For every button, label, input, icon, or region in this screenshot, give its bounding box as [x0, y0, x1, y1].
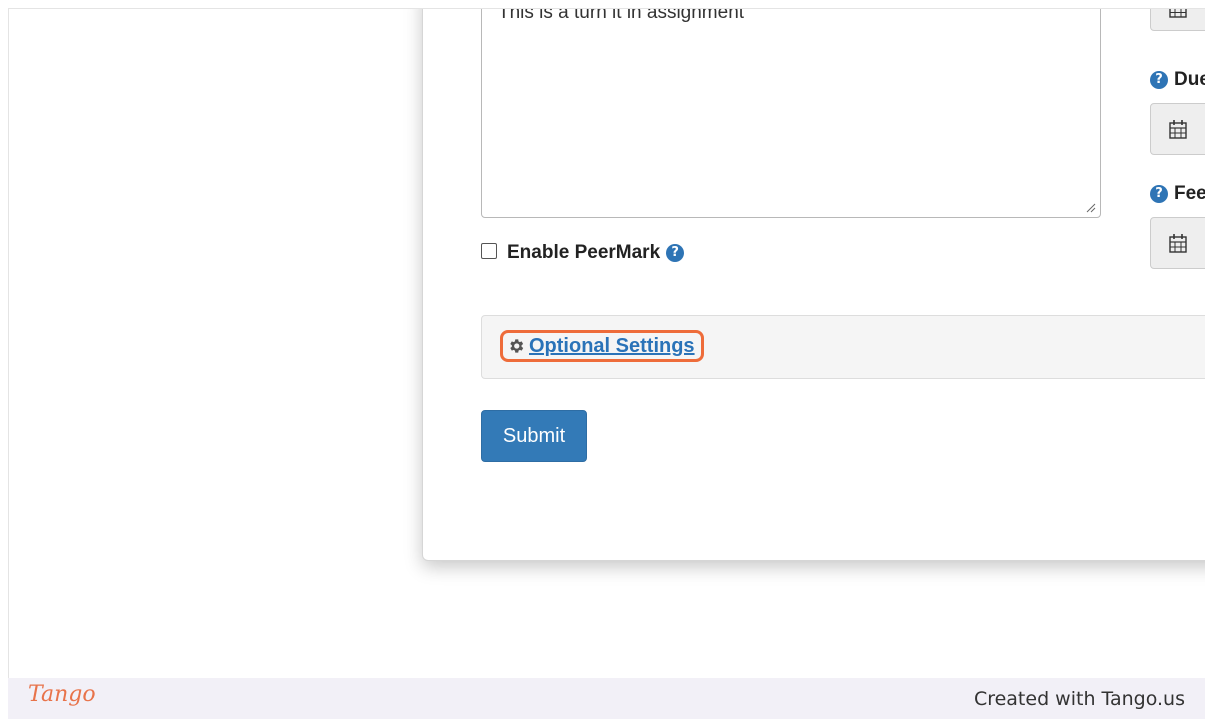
calendar-icon: [1169, 9, 1187, 18]
due-date-label: Due: [1174, 69, 1205, 90]
feedback-date-label: Fee: [1174, 183, 1205, 204]
optional-settings-label: Optional Settings: [529, 334, 695, 357]
calendar-icon: [1169, 234, 1187, 253]
feedback-date-calendar-button[interactable]: [1150, 217, 1205, 269]
question-circle-icon[interactable]: ?: [666, 244, 685, 262]
due-date-heading: ? Due: [1150, 69, 1205, 91]
tango-logo: Tango: [28, 682, 96, 707]
calendar-icon: [1169, 120, 1187, 139]
start-date-calendar-button[interactable]: [1150, 9, 1205, 31]
screenshot-frame: This is a turn it in assignment Enable P…: [8, 8, 1205, 679]
optional-settings-link[interactable]: Optional Settings: [500, 330, 704, 362]
peermark-option: Enable PeerMark ?: [481, 242, 685, 264]
assignment-modal: This is a turn it in assignment Enable P…: [422, 8, 1205, 561]
created-with-text: Created with Tango.us: [973, 688, 1185, 710]
question-circle-icon[interactable]: ?: [1150, 71, 1168, 89]
peermark-checkbox[interactable]: [481, 243, 497, 259]
due-date-calendar-button[interactable]: [1150, 103, 1205, 155]
optional-settings-panel: Optional Settings: [481, 315, 1205, 379]
gear-icon: [510, 339, 524, 353]
tango-footer: Tango Created with Tango.us: [8, 678, 1205, 719]
resize-grip-icon[interactable]: [1086, 203, 1096, 213]
submit-button[interactable]: Submit: [481, 410, 587, 462]
instructions-textarea[interactable]: This is a turn it in assignment: [481, 8, 1101, 218]
question-circle-icon[interactable]: ?: [1150, 185, 1168, 203]
feedback-date-heading: ? Fee: [1150, 183, 1205, 205]
instructions-text: This is a turn it in assignment: [498, 8, 745, 23]
peermark-label: Enable PeerMark: [507, 242, 661, 263]
